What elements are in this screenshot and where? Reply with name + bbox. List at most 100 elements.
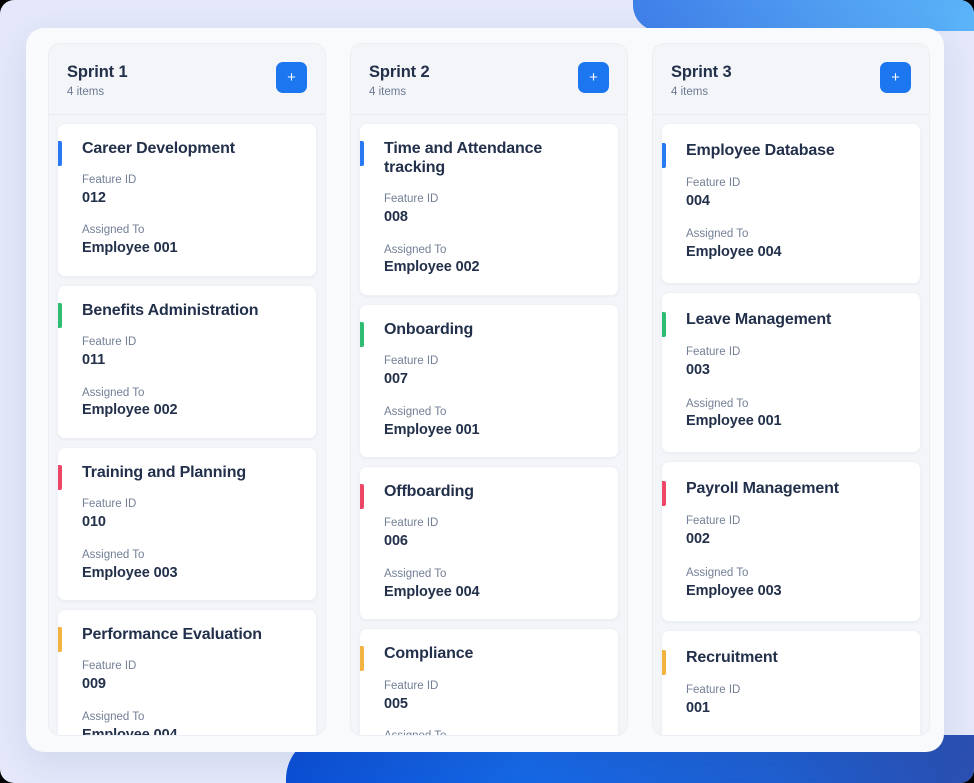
feature-id-value: 004: [686, 192, 710, 209]
assigned-to-label: Assigned To: [686, 397, 749, 410]
assigned-to-label: Assigned To: [686, 566, 749, 579]
feature-id-value: 011: [82, 351, 106, 368]
assigned-to-field: Assigned To Employee 002: [374, 243, 604, 279]
feature-id-label: Feature ID: [384, 679, 439, 692]
card-title: Career Development: [82, 139, 235, 157]
assigned-to-field: Assigned To Employee 003: [374, 729, 604, 735]
feature-id-field: Feature ID 008: [374, 192, 604, 228]
feature-id-value: 002: [686, 531, 710, 548]
feature-id-field: Feature ID 004: [676, 176, 906, 212]
feature-id-value: 012: [82, 189, 106, 206]
feature-id-label: Feature ID: [82, 660, 137, 673]
card-title: Onboarding: [384, 321, 474, 338]
assigned-to-field: Assigned To Employee 004: [72, 710, 302, 736]
assigned-to-field: Assigned To Employee 003: [676, 566, 906, 602]
card-title: Employee Database: [686, 141, 835, 159]
card-accent-bar: [662, 481, 666, 506]
column-header: Sprint 1 4 items +: [49, 44, 325, 115]
feature-id-field: Feature ID 005: [374, 679, 604, 715]
feature-id-field: Feature ID 007: [374, 354, 604, 390]
add-card-button[interactable]: +: [880, 62, 911, 93]
column-heading-group: Sprint 3 4 items: [671, 62, 732, 98]
task-card[interactable]: Leave Management Feature ID 003 Assigned…: [661, 291, 921, 453]
feature-id-value: 001: [686, 700, 710, 717]
feature-id-value: 006: [384, 533, 408, 550]
add-card-button[interactable]: +: [276, 62, 307, 93]
card-title: Training and Planning: [82, 464, 246, 481]
feature-id-label: Feature ID: [686, 346, 741, 358]
task-card[interactable]: Benefits Administration Feature ID 011 A…: [57, 284, 317, 439]
task-card[interactable]: Recruitment Feature ID 001 Assigned To E…: [661, 630, 921, 736]
card-accent-bar: [360, 646, 364, 672]
feature-id-field: Feature ID 006: [374, 516, 604, 552]
task-card[interactable]: Training and Planning Feature ID 010 Ass…: [57, 447, 317, 602]
feature-id-value: 008: [384, 208, 408, 225]
feature-id-label: Feature ID: [82, 336, 137, 348]
column-card-list: Employee Database Feature ID 004 Assigne…: [653, 115, 929, 735]
card-title: Compliance: [384, 645, 474, 663]
task-card[interactable]: Offboarding Feature ID 006 Assigned To E…: [359, 466, 619, 621]
assigned-to-value: Employee 004: [384, 583, 480, 600]
task-card[interactable]: Employee Database Feature ID 004 Assigne…: [661, 122, 921, 284]
assigned-to-value: Employee 001: [686, 413, 782, 430]
card-title: Payroll Management: [686, 480, 839, 497]
assigned-to-label: Assigned To: [384, 405, 447, 418]
feature-id-field: Feature ID 010: [72, 497, 302, 533]
assigned-to-value: Employee 004: [686, 244, 782, 261]
column-title: Sprint 2: [369, 63, 430, 81]
assigned-to-value: Employee 002: [82, 402, 178, 419]
feature-id-value: 009: [82, 676, 106, 693]
feature-id-label: Feature ID: [686, 515, 741, 528]
feature-id-label: Feature ID: [384, 517, 439, 530]
assigned-to-field: Assigned To Employee 002: [676, 735, 906, 736]
assigned-to-label: Assigned To: [82, 224, 145, 237]
task-card[interactable]: Career Development Feature ID 012 Assign…: [57, 122, 317, 277]
card-accent-bar: [360, 484, 364, 510]
board-column: Sprint 2 4 items + Time and Attendance t…: [350, 43, 628, 736]
task-card[interactable]: Time and Attendance tracking Feature ID …: [359, 122, 619, 296]
assigned-to-field: Assigned To Employee 001: [72, 223, 302, 259]
column-heading-group: Sprint 2 4 items: [369, 62, 430, 98]
task-card[interactable]: Performance Evaluation Feature ID 009 As…: [57, 609, 317, 736]
assigned-to-label: Assigned To: [82, 386, 145, 399]
feature-id-label: Feature ID: [384, 193, 439, 205]
feature-id-label: Feature ID: [686, 684, 741, 697]
assigned-to-label: Assigned To: [384, 243, 447, 256]
add-card-button[interactable]: +: [578, 62, 609, 93]
assigned-to-label: Assigned To: [82, 548, 145, 561]
card-accent-bar: [662, 311, 666, 337]
column-card-list: Career Development Feature ID 012 Assign…: [49, 115, 325, 735]
feature-id-field: Feature ID 003: [676, 345, 906, 381]
card-accent-bar: [360, 140, 364, 166]
card-accent-bar: [58, 627, 62, 653]
assigned-to-field: Assigned To Employee 002: [72, 386, 302, 422]
assigned-to-field: Assigned To Employee 004: [374, 567, 604, 603]
assigned-to-label: Assigned To: [686, 228, 749, 241]
column-title: Sprint 1: [67, 63, 128, 81]
card-accent-bar: [58, 302, 62, 328]
column-item-count: 4 items: [67, 85, 105, 98]
kanban-board-panel: Sprint 1 4 items + Career Development Fe…: [26, 28, 944, 752]
card-accent-bar: [360, 322, 364, 347]
card-accent-bar: [662, 142, 666, 168]
card-title: Benefits Administration: [82, 301, 259, 319]
card-title: Time and Attendance tracking: [384, 139, 543, 176]
feature-id-value: 010: [82, 514, 106, 531]
task-card[interactable]: Compliance Feature ID 005 Assigned To Em…: [359, 628, 619, 735]
card-title: Offboarding: [384, 483, 474, 501]
feature-id-value: 007: [384, 371, 408, 388]
feature-id-label: Feature ID: [82, 498, 137, 511]
card-title: Performance Evaluation: [82, 626, 262, 644]
task-card[interactable]: Onboarding Feature ID 007 Assigned To Em…: [359, 304, 619, 459]
task-card[interactable]: Payroll Management Feature ID 002 Assign…: [661, 461, 921, 623]
assigned-to-label: Assigned To: [384, 567, 447, 580]
assigned-to-value: Employee 004: [82, 726, 178, 736]
assigned-to-value: Employee 001: [82, 240, 178, 257]
assigned-to-value: Employee 003: [82, 564, 178, 581]
feature-id-label: Feature ID: [686, 176, 741, 189]
card-accent-bar: [58, 465, 62, 490]
feature-id-field: Feature ID 012: [72, 173, 302, 209]
feature-id-field: Feature ID 011: [72, 335, 302, 371]
feature-id-field: Feature ID 002: [676, 514, 906, 550]
assigned-to-label: Assigned To: [82, 710, 145, 723]
